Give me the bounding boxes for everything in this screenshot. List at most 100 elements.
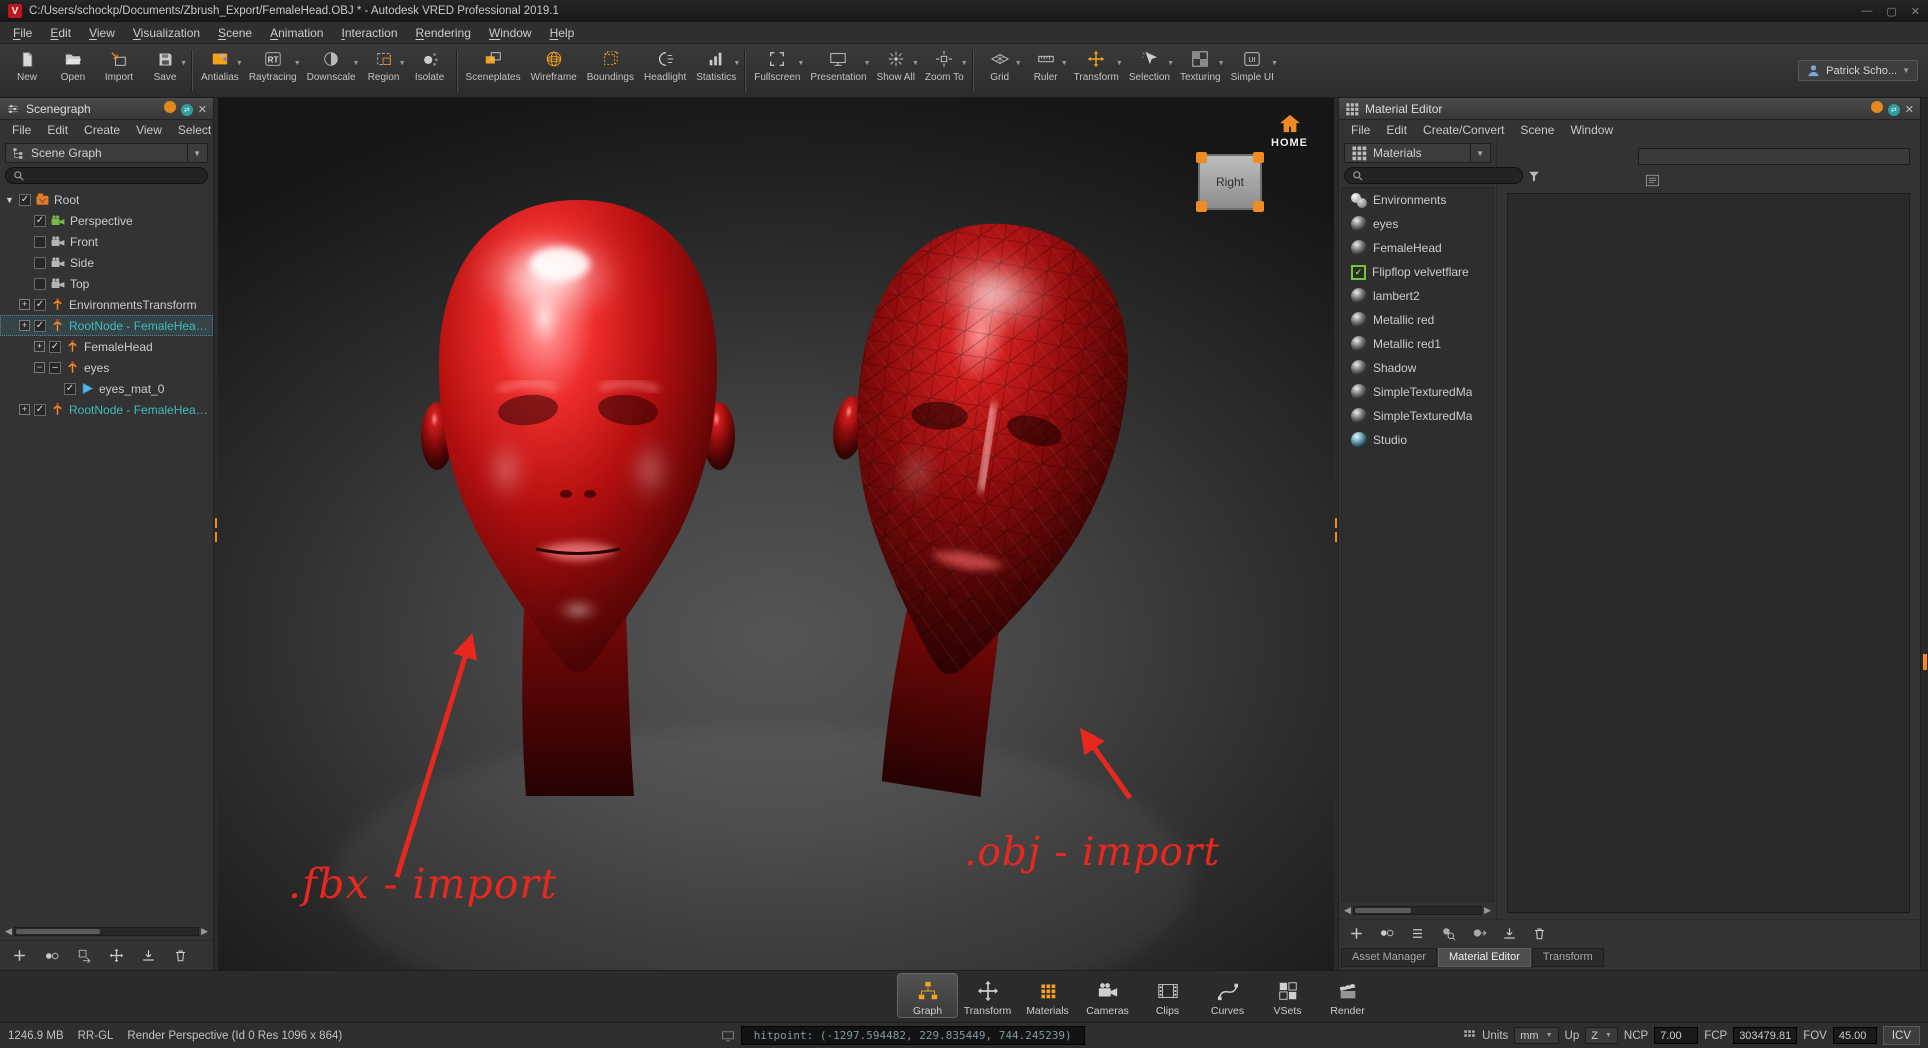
delete-material-icon[interactable] bbox=[1532, 926, 1547, 941]
tree-expander-icon[interactable]: + bbox=[34, 341, 45, 352]
toolbar-downscale[interactable]: ▼Downscale bbox=[302, 44, 361, 97]
material-item-shadow[interactable]: Shadow bbox=[1342, 356, 1493, 380]
navcube-home-button[interactable]: HOME bbox=[1271, 114, 1308, 149]
dock-item-graph[interactable]: Graph bbox=[898, 974, 957, 1017]
material-editor-menu-file[interactable]: File bbox=[1343, 123, 1378, 137]
menu-help[interactable]: Help bbox=[541, 26, 584, 40]
menu-scene[interactable]: Scene bbox=[209, 26, 261, 40]
scrollbar-thumb[interactable] bbox=[1355, 908, 1411, 913]
export-scene-icon[interactable] bbox=[141, 948, 156, 963]
scroll-right-icon[interactable]: ▶ bbox=[201, 926, 208, 937]
fcp-field[interactable]: 303479.81 bbox=[1733, 1027, 1797, 1044]
visibility-checkbox[interactable] bbox=[34, 236, 46, 248]
material-item-environments[interactable]: Environments bbox=[1342, 188, 1493, 212]
toolbar-boundings[interactable]: Boundings bbox=[582, 44, 639, 97]
toolbar-show-all[interactable]: ▼Show All bbox=[872, 44, 920, 97]
toolbar-transform[interactable]: ▼Transform bbox=[1069, 44, 1124, 97]
tree-node-rootnode-femalehead-fl[interactable]: +✓RootNode - FemaleHead.fl... bbox=[0, 315, 213, 336]
import-material-icon[interactable] bbox=[1502, 926, 1517, 941]
menu-interaction[interactable]: Interaction bbox=[332, 26, 406, 40]
detach-icon[interactable] bbox=[1871, 101, 1883, 116]
visibility-checkbox[interactable] bbox=[34, 278, 46, 290]
close-icon[interactable]: ✕ bbox=[198, 102, 207, 116]
preview-list-icon[interactable] bbox=[1645, 173, 1660, 188]
menu-window[interactable]: Window bbox=[480, 26, 541, 40]
sync-selection-icon[interactable] bbox=[77, 948, 92, 963]
tree-node-eyes-mat-0[interactable]: ✓eyes_mat_0 bbox=[0, 378, 213, 399]
tree-expander-icon[interactable]: + bbox=[19, 320, 30, 331]
list-icon[interactable] bbox=[1410, 926, 1425, 941]
scenegraph-menu-create[interactable]: Create bbox=[76, 123, 128, 137]
scroll-left-icon[interactable]: ◀ bbox=[1344, 905, 1351, 916]
material-item-simpletexturedma[interactable]: SimpleTexturedMa bbox=[1342, 380, 1493, 404]
material-search-input[interactable] bbox=[1369, 169, 1515, 183]
scroll-right-icon[interactable]: ▶ bbox=[1484, 905, 1491, 916]
view-navigation-cube[interactable]: HOME Right bbox=[1196, 114, 1308, 222]
material-list-horizontal-scrollbar[interactable]: ◀ ▶ bbox=[1344, 904, 1491, 917]
tree-node-rootnode-femalehead-f[interactable]: +✓RootNode - FemaleHead_F... bbox=[0, 399, 213, 420]
right-splitter[interactable] bbox=[1334, 98, 1338, 970]
add-node-icon[interactable] bbox=[12, 948, 27, 963]
material-editor-menu-edit[interactable]: Edit bbox=[1378, 123, 1415, 137]
material-editor-menu-window[interactable]: Window bbox=[1562, 123, 1621, 137]
material-item-lambert2[interactable]: lambert2 bbox=[1342, 284, 1493, 308]
dropdown-arrow-icon[interactable]: ▼ bbox=[180, 60, 187, 67]
tab-asset-manager[interactable]: Asset Manager bbox=[1341, 948, 1437, 967]
navcube-face-right[interactable]: Right bbox=[1198, 154, 1262, 210]
dock-item-render[interactable]: Render bbox=[1318, 974, 1377, 1017]
menu-edit[interactable]: Edit bbox=[41, 26, 80, 40]
minimize-icon[interactable]: — bbox=[1861, 5, 1872, 18]
scenegraph-menu-file[interactable]: File bbox=[4, 123, 39, 137]
tree-expander-icon[interactable]: ▼ bbox=[4, 195, 15, 205]
find-material-icon[interactable] bbox=[1440, 925, 1456, 941]
transform-footer-icon[interactable] bbox=[109, 948, 124, 963]
toolbar-isolate[interactable]: Isolate bbox=[407, 44, 453, 97]
scenegraph-menu-edit[interactable]: Edit bbox=[39, 123, 76, 137]
tree-node-front[interactable]: Front bbox=[0, 231, 213, 252]
tree-node-perspective[interactable]: ✓Perspective bbox=[0, 210, 213, 231]
menu-animation[interactable]: Animation bbox=[261, 26, 332, 40]
scrollbar-thumb[interactable] bbox=[16, 929, 100, 934]
dropdown-arrow-icon[interactable]: ▼ bbox=[1271, 60, 1278, 67]
visibility-checkbox[interactable]: ✓ bbox=[19, 194, 31, 206]
material-editor-menu-create-convert[interactable]: Create/Convert bbox=[1415, 123, 1512, 137]
tree-node-eyes[interactable]: −–eyes bbox=[0, 357, 213, 378]
dropdown-arrow-icon[interactable]: ▼ bbox=[864, 60, 871, 67]
up-axis-select[interactable]: Z ▼ bbox=[1585, 1027, 1618, 1044]
units-select[interactable]: mm ▼ bbox=[1514, 1027, 1558, 1044]
scenegraph-menu-select[interactable]: Select bbox=[170, 123, 219, 137]
close-icon[interactable]: ✕ bbox=[1911, 5, 1920, 18]
toolbar-simple-ui[interactable]: UI▼Simple UI bbox=[1226, 44, 1279, 97]
scenegraph-view-dropdown[interactable]: Scene Graph ▼ bbox=[5, 143, 208, 163]
tree-node-root[interactable]: ▼✓Root bbox=[0, 189, 213, 210]
material-preview-area[interactable] bbox=[1507, 193, 1910, 913]
scroll-left-icon[interactable]: ◀ bbox=[5, 926, 12, 937]
tab-material-editor[interactable]: Material Editor bbox=[1438, 948, 1531, 967]
toolbar-new[interactable]: New bbox=[4, 44, 50, 97]
toolbar-selection[interactable]: ▼Selection bbox=[1124, 44, 1175, 97]
dropdown-arrow-icon[interactable]: ▼ bbox=[1061, 60, 1068, 67]
icv-button[interactable]: ICV bbox=[1883, 1026, 1920, 1045]
dropdown-arrow-icon[interactable]: ▼ bbox=[1218, 60, 1225, 67]
toolbar-save[interactable]: ▼Save bbox=[142, 44, 188, 97]
dropdown-arrow-icon[interactable]: ▼ bbox=[1116, 60, 1123, 67]
close-icon[interactable]: ✕ bbox=[1905, 102, 1914, 116]
toolbar-headlight[interactable]: Headlight bbox=[639, 44, 691, 97]
dropdown-arrow-icon[interactable]: ▼ bbox=[733, 60, 740, 67]
maximize-icon[interactable]: ▢ bbox=[1886, 5, 1896, 18]
toolbar-presentation[interactable]: ▼Presentation bbox=[805, 44, 871, 97]
dropdown-arrow-icon[interactable]: ▼ bbox=[797, 60, 804, 67]
viewport[interactable]: .fbx - import .obj - import HOME Right bbox=[218, 98, 1334, 970]
scenegraph-horizontal-scrollbar[interactable]: ◀ ▶ bbox=[5, 925, 208, 938]
scenegraph-search[interactable] bbox=[5, 167, 208, 184]
material-item-flipflop-velvetflare[interactable]: ✓Flipflop velvetflare bbox=[1342, 260, 1493, 284]
material-property-field[interactable] bbox=[1638, 148, 1910, 165]
dropdown-arrow-icon[interactable]: ▼ bbox=[961, 60, 968, 67]
visibility-checkbox[interactable]: ✓ bbox=[34, 320, 46, 332]
toolbar-statistics[interactable]: ▼Statistics bbox=[691, 44, 741, 97]
tree-expander-icon[interactable]: + bbox=[19, 299, 30, 310]
material-item-metallic-red[interactable]: Metallic red bbox=[1342, 308, 1493, 332]
toolbar-wireframe[interactable]: Wireframe bbox=[526, 44, 582, 97]
tab-transform[interactable]: Transform bbox=[1532, 948, 1604, 967]
visibility-checkbox[interactable]: ✓ bbox=[34, 404, 46, 416]
